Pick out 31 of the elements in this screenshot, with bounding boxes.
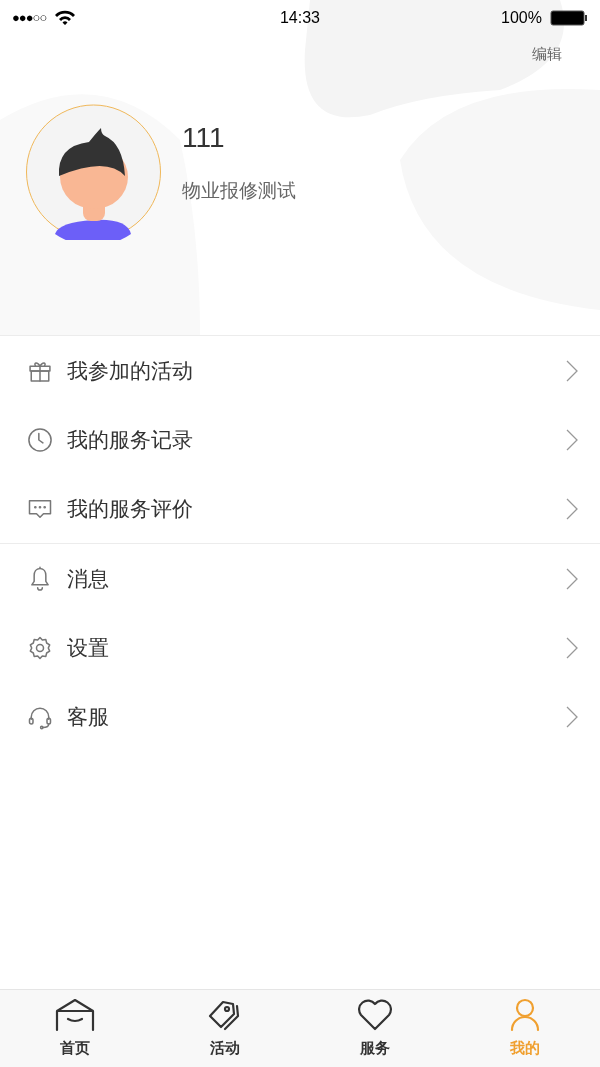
edit-button[interactable]: 编辑 xyxy=(532,43,562,66)
menu-item[interactable]: 客服 xyxy=(0,682,600,751)
menu-label: 我参加的活动 xyxy=(67,357,194,384)
menu-item[interactable]: 设置 xyxy=(0,613,600,682)
menu-label: 我的服务记录 xyxy=(67,426,194,453)
menu-item[interactable]: 我的服务记录 xyxy=(0,405,600,474)
menu-label: 设置 xyxy=(67,634,110,661)
menu-label: 我的服务评价 xyxy=(67,495,194,522)
status-time: 14:33 xyxy=(279,7,320,28)
battery-icon xyxy=(550,9,588,26)
tab-item[interactable]: 服务 xyxy=(300,990,450,1067)
battery-percentage: 100% xyxy=(501,7,542,28)
tab-item[interactable]: 活动 xyxy=(150,990,300,1067)
chevron-icon xyxy=(566,705,578,728)
menu-item[interactable]: 我的服务评价 xyxy=(0,474,600,543)
chevron-icon xyxy=(566,567,578,590)
menu-item[interactable]: 消息 xyxy=(0,544,600,613)
chevron-icon xyxy=(566,636,578,659)
menu-item[interactable]: 我参加的活动 xyxy=(0,336,600,405)
signal-strength: ●●●○○ xyxy=(12,8,47,27)
user-subtitle: 物业报修测试 xyxy=(182,179,296,204)
chevron-icon xyxy=(566,359,578,382)
chevron-icon xyxy=(566,497,578,520)
wifi-icon xyxy=(54,9,77,26)
clock-icon xyxy=(26,425,54,454)
chevron-icon xyxy=(566,428,578,451)
tab-item[interactable]: 首页 xyxy=(0,990,150,1067)
user-name: 111 xyxy=(182,121,226,156)
home-icon xyxy=(53,997,97,1034)
menu-label: 客服 xyxy=(67,703,110,730)
menu-label: 消息 xyxy=(67,565,110,592)
